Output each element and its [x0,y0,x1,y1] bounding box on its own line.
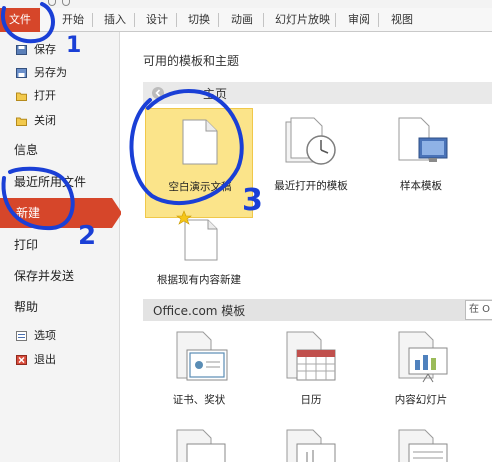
recent-templates-clock-icon [285,117,336,165]
office-template-row-partial[interactable] [367,424,475,462]
menu-item-options[interactable]: 选项 [0,326,120,346]
calendar-icon [286,331,336,381]
menu-item-open[interactable]: 打开 [0,86,120,106]
document-icon [398,429,448,462]
tab-separator [218,13,219,27]
menu-item-info[interactable]: 信息 [14,139,38,161]
document-icon [176,429,226,462]
tab-animations[interactable]: 动画 [231,8,253,32]
tab-separator [378,13,379,27]
tab-separator [134,13,135,27]
blank-document-icon [182,119,218,165]
tab-design[interactable]: 设计 [146,8,168,32]
office-template-certificate[interactable]: 证书、奖状 [145,328,253,438]
office-template-calendar[interactable]: 日历 [257,328,365,438]
menu-item-label: 退出 [34,353,56,366]
section-title: 可用的模板和主题 [143,54,240,68]
menu-item-save-and-send[interactable]: 保存并发送 [14,265,74,287]
quick-access-toolbar [0,0,492,8]
menu-item-save-as[interactable]: 另存为 [0,63,120,83]
menu-item-label: 另存为 [34,66,67,79]
office-band-label: Office.com 模板 [153,304,246,318]
template-label: 最近打开的模板 [274,180,348,192]
save-icon [16,45,27,55]
office-template-row-partial[interactable] [145,424,253,462]
office-template-row-partial[interactable] [257,424,365,462]
tab-home[interactable]: 开始 [62,8,84,32]
template-label: 样本模板 [400,180,442,192]
undo-icon[interactable] [48,0,56,6]
redo-icon[interactable] [62,0,70,6]
close-folder-icon [16,117,27,126]
menu-item-close[interactable]: 关闭 [0,111,120,131]
menu-item-label: 关闭 [34,114,56,127]
certificate-icon [176,331,228,381]
office-com-band: Office.com 模板 [143,299,492,321]
tab-separator [92,13,93,27]
backstage-menu: 保存 另存为 打开 关闭 信息 最近所用文件 新建 打印 保存并发送 帮助 选项… [0,32,122,462]
home-band-label: 主页 [203,87,228,101]
content-slides-icon [398,331,448,383]
save-as-icon [16,68,27,78]
menu-item-save[interactable]: 保存 [0,40,120,60]
document-icon [286,429,336,462]
menu-item-print[interactable]: 打印 [14,234,38,256]
tab-transitions[interactable]: 切换 [188,8,210,32]
tab-slideshow[interactable]: 幻灯片放映 [275,8,330,32]
menu-item-exit[interactable]: 退出 [0,350,120,370]
menu-item-label: 选项 [34,329,56,342]
menu-item-new[interactable]: 新建 [0,198,122,228]
office-search-input[interactable]: 在 O [465,300,492,320]
tab-separator [335,13,336,27]
template-label: 内容幻灯片 [394,394,448,406]
template-recent[interactable]: 最近打开的模板 [257,108,365,218]
template-blank-presentation[interactable]: 空白演示文稿 [145,108,253,218]
template-label: 日历 [300,394,322,406]
menu-item-recent[interactable]: 最近所用文件 [14,171,86,193]
new-presentation-pane: 可用的模板和主题 主页 空白演示文稿 最近打开的模板 样本模板 根据现有内容新建… [121,32,492,462]
template-label: 根据现有内容新建 [157,274,241,286]
back-arrow-icon[interactable] [151,86,165,100]
powerpoint-backstage-window: 文件 开始 插入 设计 切换 动画 幻灯片放映 审阅 视图 保存 另存为 打开 [0,0,492,462]
new-from-existing-icon [176,210,218,261]
menu-item-label: 保存 [34,43,56,56]
tab-file[interactable]: 文件 [0,8,40,32]
template-label: 空白演示文稿 [168,181,232,193]
menu-item-help[interactable]: 帮助 [14,296,38,318]
tab-separator [263,13,264,27]
template-samples[interactable]: 样本模板 [367,108,475,218]
tab-separator [176,13,177,27]
sample-templates-monitor-icon [398,117,448,162]
ribbon-tab-bar: 文件 开始 插入 设计 切换 动画 幻灯片放映 审阅 视图 [0,8,492,32]
home-band: 主页 [143,82,492,104]
open-folder-icon [16,92,27,101]
office-template-content-slides[interactable]: 内容幻灯片 [367,328,475,438]
options-icon [16,331,27,341]
menu-item-label: 打开 [34,89,56,102]
exit-icon [16,355,27,365]
tab-view[interactable]: 视图 [391,8,413,32]
tab-insert[interactable]: 插入 [104,8,126,32]
tab-review[interactable]: 审阅 [348,8,370,32]
template-label: 证书、奖状 [172,394,226,406]
